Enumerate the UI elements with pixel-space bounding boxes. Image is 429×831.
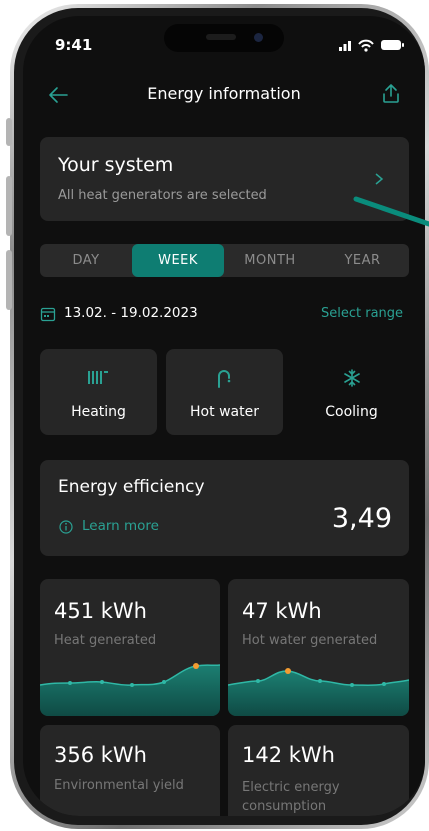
annotation-arrow: [353, 196, 429, 227]
